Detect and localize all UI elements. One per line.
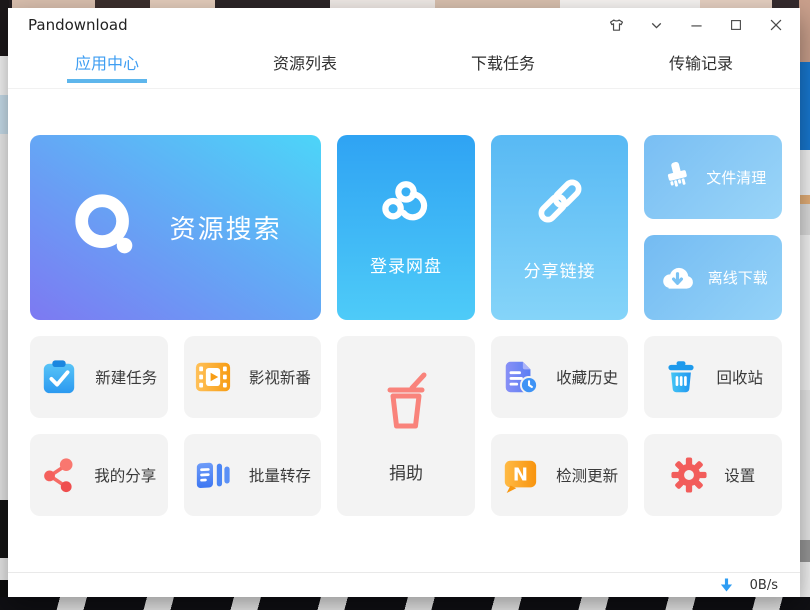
svg-text:N: N [513, 465, 528, 486]
card-label: 资源搜索 [170, 209, 282, 246]
tab-app-center[interactable]: 应用中心 [8, 42, 206, 88]
statusbar: 0B/s [8, 572, 800, 597]
card-label: 收藏历史 [556, 366, 618, 388]
card-label: 回收站 [716, 366, 763, 388]
file-clean-card[interactable]: 文件清理 [644, 135, 782, 219]
maximize-icon [728, 17, 744, 33]
trash-icon [663, 359, 699, 395]
app-center-panel: 资源搜索 登录网盘 [8, 89, 800, 572]
close-icon [767, 16, 785, 34]
card-label: 捐助 [389, 459, 423, 484]
document-clock-icon [501, 358, 539, 396]
tab-label: 下载任务 [471, 50, 535, 74]
search-circle-icon [70, 191, 144, 265]
app-window: Pandownload [8, 8, 800, 597]
drink-cup-icon [378, 369, 434, 433]
window-controls [596, 8, 800, 42]
cloud-download-icon [659, 263, 696, 293]
tab-label: 应用中心 [75, 50, 139, 74]
card-label: 我的分享 [94, 464, 156, 486]
recycle-bin-card[interactable]: 回收站 [644, 336, 782, 418]
tab-label: 传输记录 [669, 50, 733, 74]
favorites-history-card[interactable]: 收藏历史 [491, 336, 629, 418]
resource-search-card[interactable]: 资源搜索 [30, 135, 321, 320]
clipboard-check-icon [40, 358, 78, 396]
tab-transfer-history[interactable]: 传输记录 [602, 42, 800, 88]
card-label: 分享链接 [524, 257, 596, 282]
download-speed-label: 0B/s [750, 578, 778, 593]
donate-card[interactable]: 捐助 [337, 336, 475, 516]
tab-label: 资源列表 [273, 50, 337, 74]
titlebar: Pandownload [8, 8, 800, 42]
desktop-background-bottom [0, 597, 810, 610]
close-button[interactable] [756, 8, 796, 42]
download-arrow-icon [720, 577, 733, 593]
my-shares-card[interactable]: 我的分享 [30, 434, 168, 516]
card-label: 离线下载 [708, 267, 768, 288]
batch-save-card[interactable]: 批量转存 [184, 434, 322, 516]
tab-resource-list[interactable]: 资源列表 [206, 42, 404, 88]
chain-link-icon [532, 173, 588, 229]
login-netdisk-card[interactable]: 登录网盘 [337, 135, 475, 320]
share-link-card[interactable]: 分享链接 [491, 135, 629, 320]
new-task-card[interactable]: 新建任务 [30, 336, 168, 418]
tabbar: 应用中心 资源列表 下载任务 传输记录 [8, 42, 800, 89]
card-label: 文件清理 [706, 167, 766, 188]
maximize-button[interactable] [716, 8, 756, 42]
desktop-background-right [799, 0, 810, 610]
minimize-button[interactable] [676, 8, 716, 42]
share-nodes-icon [41, 457, 77, 493]
card-label: 新建任务 [95, 366, 157, 388]
card-label: 检测更新 [556, 464, 618, 486]
minimize-icon [688, 17, 705, 34]
chevron-down-icon [648, 17, 665, 34]
active-tab-indicator [67, 79, 147, 83]
gear-icon [671, 457, 707, 493]
baidu-pan-cloud-icon [377, 178, 435, 224]
tab-download-tasks[interactable]: 下载任务 [404, 42, 602, 88]
film-play-icon [194, 358, 232, 396]
card-label: 设置 [724, 464, 755, 486]
n-badge-icon: N [501, 456, 539, 494]
card-label: 批量转存 [249, 464, 311, 486]
skin-theme-button[interactable] [596, 8, 636, 42]
movies-card[interactable]: 影视新番 [184, 336, 322, 418]
window-title: Pandownload [28, 16, 128, 34]
document-bars-icon [194, 456, 232, 494]
brush-icon [660, 160, 694, 194]
check-update-card[interactable]: N 检测更新 [491, 434, 629, 516]
dropdown-menu-button[interactable] [636, 8, 676, 42]
offline-download-card[interactable]: 离线下载 [644, 235, 782, 320]
card-label: 影视新番 [249, 366, 311, 388]
shirt-icon [608, 17, 625, 34]
cards-grid: 资源搜索 登录网盘 [30, 135, 782, 516]
card-label: 登录网盘 [370, 252, 442, 277]
settings-card[interactable]: 设置 [644, 434, 782, 516]
